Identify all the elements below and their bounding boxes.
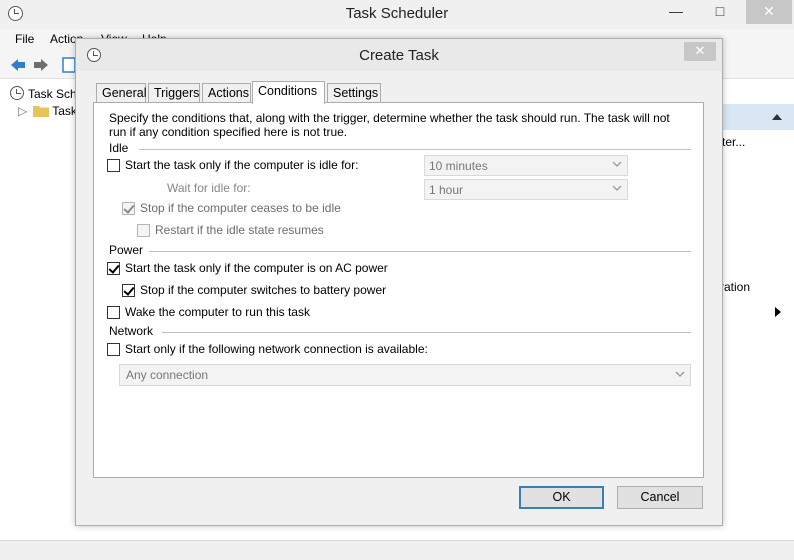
- wake-checkbox[interactable]: [107, 306, 120, 319]
- actions-pane-header: [718, 104, 794, 130]
- tree-item-task-scheduler[interactable]: Task Sch: [10, 84, 77, 101]
- ac-power-checkbox[interactable]: [107, 262, 120, 275]
- restart-idle-checkbox[interactable]: [137, 224, 150, 237]
- tab-actions[interactable]: Actions: [202, 83, 251, 103]
- collapse-arrow-icon[interactable]: [772, 113, 782, 121]
- maximize-button[interactable]: □: [700, 0, 740, 24]
- main-titlebar: Task Scheduler — □ ✕: [0, 0, 794, 29]
- tree-item-label: Task Sch: [28, 87, 77, 101]
- network-connection-select[interactable]: Any connection: [119, 364, 691, 386]
- back-arrow-icon[interactable]: [10, 58, 26, 72]
- submenu-arrow-icon[interactable]: [775, 307, 781, 317]
- network-checkbox[interactable]: [107, 343, 120, 356]
- tree-item-task-library[interactable]: ▷ Task: [18, 104, 77, 118]
- network-section-label: Network: [109, 324, 154, 338]
- idle-duration-select[interactable]: 10 minutes: [424, 155, 628, 176]
- network-connection-value: Any connection: [126, 368, 209, 382]
- folder-icon: [33, 106, 50, 117]
- description-text: run if any condition specified here is n…: [109, 125, 348, 139]
- create-task-dialog: Create Task ✕ General Triggers Actions C…: [75, 38, 723, 526]
- conditions-panel: Specify the conditions that, along with …: [93, 102, 704, 478]
- stop-idle-checkbox[interactable]: [122, 202, 135, 215]
- minimize-button[interactable]: —: [656, 0, 696, 24]
- power-section-label: Power: [109, 243, 144, 257]
- actions-pane-item[interactable]: ration: [720, 280, 750, 294]
- wake-label: Wake the computer to run this task: [125, 305, 310, 319]
- cancel-button[interactable]: Cancel: [617, 486, 703, 509]
- chevron-down-icon: [612, 161, 622, 167]
- clock-icon: [10, 86, 24, 100]
- wait-idle-value: 1 hour: [429, 183, 464, 197]
- battery-checkbox[interactable]: [122, 284, 135, 297]
- ok-button[interactable]: OK: [519, 486, 604, 509]
- chevron-down-icon: [675, 371, 685, 377]
- battery-label: Stop if the computer switches to battery…: [140, 283, 387, 297]
- start-idle-label: Start the task only if the computer is i…: [125, 158, 359, 172]
- chevron-down-icon: [612, 185, 622, 191]
- wait-idle-select[interactable]: 1 hour: [424, 179, 628, 200]
- start-idle-checkbox[interactable]: [107, 159, 120, 172]
- tab-settings[interactable]: Settings: [327, 83, 381, 103]
- forward-arrow-icon[interactable]: [33, 58, 49, 72]
- tree-item-label: Task: [52, 104, 77, 118]
- stop-idle-label: Stop if the computer ceases to be idle: [140, 201, 341, 215]
- section-divider: [139, 149, 691, 150]
- dialog-titlebar: Create Task ✕: [76, 39, 722, 71]
- expand-arrow-icon[interactable]: ▷: [18, 104, 27, 118]
- actions-pane: ter... ration: [718, 80, 794, 540]
- description-text: Specify the conditions that, along with …: [109, 111, 670, 125]
- idle-section-label: Idle: [109, 141, 129, 155]
- wait-idle-label: Wait for idle for:: [167, 181, 251, 195]
- tab-general[interactable]: General: [96, 83, 146, 103]
- dialog-close-button[interactable]: ✕: [684, 42, 716, 61]
- menu-file[interactable]: File: [15, 32, 34, 46]
- console-tree-icon[interactable]: [62, 57, 76, 73]
- restart-idle-label: Restart if the idle state resumes: [155, 223, 324, 237]
- idle-duration-value: 10 minutes: [429, 159, 488, 173]
- network-label: Start only if the following network conn…: [125, 342, 428, 356]
- dialog-title: Create Task: [359, 47, 439, 64]
- tab-conditions[interactable]: Conditions: [252, 81, 325, 104]
- section-divider: [149, 251, 691, 252]
- statusbar: [0, 540, 794, 560]
- main-close-button[interactable]: ✕: [746, 0, 792, 24]
- console-tree: Task Sch ▷ Task: [0, 80, 80, 540]
- actions-pane-item[interactable]: ter...: [722, 135, 745, 149]
- section-divider: [162, 332, 691, 333]
- ac-power-label: Start the task only if the computer is o…: [125, 261, 388, 275]
- tab-triggers[interactable]: Triggers: [148, 83, 200, 103]
